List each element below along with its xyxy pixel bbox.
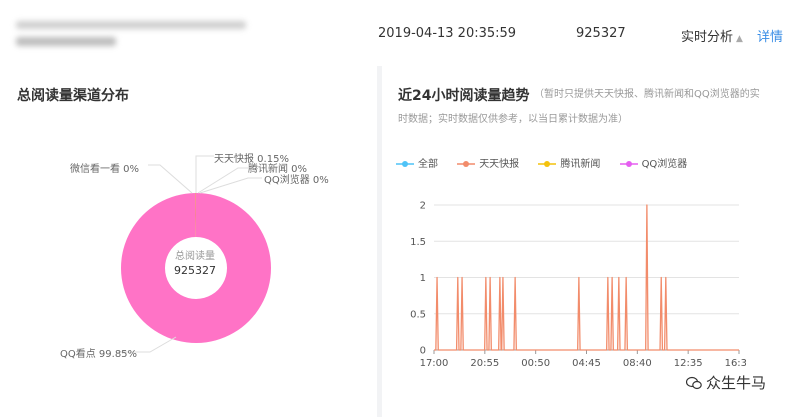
blurred-title-line-1 xyxy=(16,21,246,29)
legend-label-qq-browser: QQ浏览器 xyxy=(641,159,688,170)
caret-up-icon: ▲ xyxy=(736,34,743,44)
watermark: 众生牛马 xyxy=(686,372,766,393)
pie-leader-line-0 xyxy=(195,155,214,193)
donut-center-label: 总阅读量 xyxy=(175,251,215,262)
legend-label-tencent-news: 腾讯新闻 xyxy=(560,159,601,170)
legend-item-qq-browser[interactable]: QQ浏览器 xyxy=(619,155,688,170)
channel-distribution-title: 总阅读量渠道分布 xyxy=(17,88,129,104)
legend-item-tencent-news[interactable]: 腾讯新闻 xyxy=(538,155,600,170)
read-count: 925327 xyxy=(576,26,626,41)
trend-note-line-2: 时数据；实时数据仅供参考，以当日累计数据为准） xyxy=(398,114,628,125)
pie-label-qq-kandian: QQ看点 99.85% xyxy=(60,349,138,360)
x-tick-label-6: 16:30 xyxy=(725,358,746,369)
legend-swatch-qq-browser xyxy=(619,161,638,167)
x-tick-label-3: 04:45 xyxy=(572,358,601,369)
y-tick-label-3: 1.5 xyxy=(410,237,426,248)
trend-note-line-1: （暂时只提供天天快报、腾讯新闻和QQ浏览器的实 xyxy=(534,89,760,100)
article-header-bar: 2019-04-13 20:35:59 925327 实时分析 ▲ 详情 xyxy=(0,0,796,67)
pie-label-qq-browser: QQ浏览器 0% xyxy=(264,175,329,186)
trend-legend: 全部 天天快报 腾讯新闻 QQ浏览器 xyxy=(396,155,703,170)
pie-label-weixin-kanyikan: 微信看一看 0% xyxy=(70,164,140,175)
x-tick-label-4: 08:40 xyxy=(623,358,652,369)
publish-timestamp: 2019-04-13 20:35:59 xyxy=(378,26,517,41)
x-tick-label-5: 12:35 xyxy=(674,358,703,369)
legend-label-tiantian: 天天快报 xyxy=(479,159,520,170)
wechat-icon xyxy=(686,376,702,390)
y-tick-label-1: 0.5 xyxy=(410,309,426,320)
realtime-analysis-label: 实时分析 xyxy=(681,30,734,45)
x-tick-label-1: 20:55 xyxy=(470,358,499,369)
legend-swatch-all xyxy=(396,161,414,167)
legend-swatch-tencent-news xyxy=(538,161,557,167)
realtime-analysis-toggle[interactable]: 实时分析 ▲ xyxy=(681,26,743,45)
trend-title: 近24小时阅读量趋势 xyxy=(398,88,530,104)
y-tick-label-4: 2 xyxy=(420,201,426,212)
x-tick-label-2: 00:50 xyxy=(521,358,550,369)
detail-link[interactable]: 详情 xyxy=(757,26,783,45)
x-tick-label-0: 17:00 xyxy=(420,358,449,369)
trend-line-chart: 0 0.5 1 1.5 2 17:00 20:55 00:50 04:45 08:40 12:35 1… xyxy=(410,201,746,370)
pie-leader-line-3 xyxy=(148,164,193,194)
legend-label-all: 全部 xyxy=(418,159,438,170)
y-tick-label-0: 0 xyxy=(420,346,426,357)
article-title-blurred xyxy=(16,18,266,48)
legend-swatch-tiantian xyxy=(457,161,476,167)
donut-center-value: 925327 xyxy=(174,264,216,277)
watermark-text: 众生牛马 xyxy=(706,374,767,392)
legend-item-all[interactable]: 全部 xyxy=(396,155,438,170)
legend-item-tiantian[interactable]: 天天快报 xyxy=(457,155,519,170)
blurred-title-line-2 xyxy=(16,37,116,46)
y-tick-label-2: 1 xyxy=(420,273,426,284)
